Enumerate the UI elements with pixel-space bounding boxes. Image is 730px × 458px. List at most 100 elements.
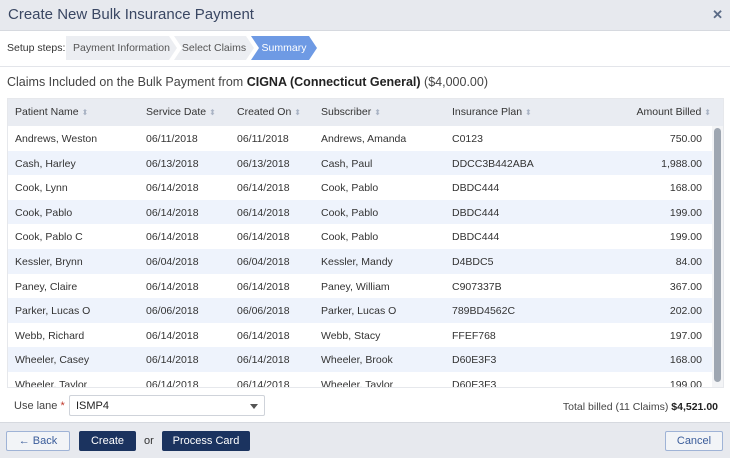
cell-service-date: 06/14/2018 xyxy=(146,378,199,388)
cell-amount-billed: 199.00 xyxy=(669,378,702,388)
process-card-button[interactable]: Process Card xyxy=(162,431,250,451)
back-button[interactable]: ← Back xyxy=(6,431,70,451)
cell-subscriber: Parker, Lucas O xyxy=(321,305,397,318)
table-row[interactable]: Kessler, Brynn 06/04/2018 06/04/2018 Kessle… xyxy=(8,248,714,274)
cell-subscriber: Cook, Pablo xyxy=(321,206,379,219)
back-button-label: Back xyxy=(32,435,58,447)
table-row[interactable]: Webb, Richard 06/14/2018 06/14/2018 Webb, S… xyxy=(8,323,714,348)
divider xyxy=(0,66,730,67)
cell-insurance-plan: DBDC444 xyxy=(452,206,500,219)
cell-patient-name: Webb, Richard xyxy=(15,329,85,342)
column-label: Insurance Plan xyxy=(452,106,523,118)
cell-insurance-plan: DDCC3B442ABA xyxy=(452,157,534,170)
setup-steps: Setup steps: Payment Information Select … xyxy=(0,36,730,60)
column-label: Subscriber xyxy=(321,106,372,118)
cell-subscriber: Cook, Pablo xyxy=(321,182,379,195)
column-header-subscriber[interactable]: Subscriber ⬍ xyxy=(321,106,381,118)
use-lane-select[interactable]: ISMP4 xyxy=(69,395,265,416)
cell-subscriber: Webb, Stacy xyxy=(321,329,381,342)
column-header-created-on[interactable]: Created On ⬍ xyxy=(237,106,301,118)
cell-subscriber: Cash, Paul xyxy=(321,157,373,170)
step-select-claims[interactable]: Select Claims xyxy=(174,36,254,60)
total-billed-value: $4,521.00 xyxy=(671,401,718,413)
cell-created-on: 06/14/2018 xyxy=(237,280,290,293)
cell-amount-billed: 750.00 xyxy=(669,133,702,145)
cell-patient-name: Parker, Lucas O xyxy=(15,305,91,318)
cell-amount-billed: 199.00 xyxy=(669,206,702,219)
cell-created-on: 06/14/2018 xyxy=(237,231,290,244)
sort-icon: ⬍ xyxy=(294,108,301,117)
cell-insurance-plan: DBDC444 xyxy=(452,231,500,244)
cell-service-date: 06/14/2018 xyxy=(146,206,199,219)
use-lane-label-text: Use lane xyxy=(14,400,58,412)
sort-icon: ⬍ xyxy=(704,108,711,117)
cell-created-on: 06/14/2018 xyxy=(237,206,290,219)
table-row[interactable]: Cook, Pablo C 06/14/2018 06/14/2018 Cook, P… xyxy=(8,224,714,249)
scrollbar-thumb[interactable] xyxy=(714,128,721,382)
column-header-insurance-plan[interactable]: Insurance Plan ⬍ xyxy=(452,106,532,118)
dialog-footer: ← Back Create or Process Card Cancel xyxy=(0,422,730,458)
cell-created-on: 06/14/2018 xyxy=(237,378,290,388)
cell-amount-billed: 202.00 xyxy=(669,305,702,318)
cell-created-on: 06/13/2018 xyxy=(237,157,290,170)
total-billed: Total billed (11 Claims) $4,521.00 xyxy=(563,401,718,413)
dialog-title: Create New Bulk Insurance Payment xyxy=(8,6,254,23)
table-row[interactable]: Cash, Harley 06/13/2018 06/13/2018 Cash, Pa… xyxy=(8,150,714,176)
table-row[interactable]: Andrews, Weston 06/11/2018 06/11/2018 Andre… xyxy=(8,126,714,151)
use-lane-label: Use lane * xyxy=(14,400,65,412)
cell-subscriber: Cook, Pablo xyxy=(321,231,379,244)
create-button[interactable]: Create xyxy=(79,431,136,451)
column-label: Created On xyxy=(237,106,292,118)
cell-insurance-plan: C907337B xyxy=(452,280,502,293)
cell-subscriber: Andrews, Amanda xyxy=(321,133,407,145)
dialog-title-bar: Create New Bulk Insurance Payment ✕ xyxy=(0,0,730,31)
cell-created-on: 06/04/2018 xyxy=(237,255,290,268)
step-summary[interactable]: Summary xyxy=(251,36,317,60)
step-payment-information[interactable]: Payment Information xyxy=(66,36,177,60)
cell-insurance-plan: DBDC444 xyxy=(452,182,500,195)
cell-amount-billed: 168.00 xyxy=(669,182,702,195)
cell-insurance-plan: FFEF768 xyxy=(452,329,496,342)
setup-steps-label: Setup steps: xyxy=(7,42,66,54)
cell-service-date: 06/14/2018 xyxy=(146,329,199,342)
claims-heading-prefix: Claims Included on the Bulk Payment from xyxy=(7,75,244,89)
cell-insurance-plan: D60E3F3 xyxy=(452,354,497,367)
cell-service-date: 06/13/2018 xyxy=(146,157,199,170)
cell-service-date: 06/11/2018 xyxy=(146,133,198,145)
column-header-service-date[interactable]: Service Date ⬍ xyxy=(146,106,216,118)
table-scrollbar[interactable] xyxy=(712,126,723,387)
cell-subscriber: Paney, William xyxy=(321,280,390,293)
table-row[interactable]: Wheeler, Casey 06/14/2018 06/14/2018 Wheele… xyxy=(8,347,714,372)
use-lane-value: ISMP4 xyxy=(76,400,110,412)
table-row[interactable]: Wheeler, Taylor 06/14/2018 06/14/2018 Wheel… xyxy=(8,372,714,388)
bulk-payment-amount: ($4,000.00) xyxy=(424,75,488,89)
table-row[interactable]: Cook, Lynn 06/14/2018 06/14/2018 Cook, Pabl… xyxy=(8,175,714,200)
cell-service-date: 06/14/2018 xyxy=(146,231,199,244)
claims-table: Patient Name ⬍ Service Date ⬍ Created On ⬍ … xyxy=(7,98,724,388)
cell-created-on: 06/14/2018 xyxy=(237,182,290,195)
table-row[interactable]: Cook, Pablo 06/14/2018 06/14/2018 Cook, Pab… xyxy=(8,199,714,225)
column-header-patient-name[interactable]: Patient Name ⬍ xyxy=(15,106,88,118)
cell-amount-billed: 199.00 xyxy=(669,231,702,244)
table-row[interactable]: Paney, Claire 06/14/2018 06/14/2018 Paney, … xyxy=(8,274,714,299)
sort-icon: ⬍ xyxy=(209,108,216,117)
cell-subscriber: Kessler, Mandy xyxy=(321,255,393,268)
total-billed-label: Total billed (11 Claims) xyxy=(562,401,669,413)
chevron-down-icon xyxy=(250,404,258,409)
close-icon[interactable]: ✕ xyxy=(712,7,723,23)
cell-patient-name: Cook, Pablo C xyxy=(15,231,83,244)
cell-amount-billed: 168.00 xyxy=(669,354,702,367)
cell-patient-name: Cook, Pablo xyxy=(15,206,73,219)
or-separator: or xyxy=(144,435,154,447)
cancel-button[interactable]: Cancel xyxy=(665,431,723,451)
required-mark: * xyxy=(60,400,65,412)
cell-service-date: 06/14/2018 xyxy=(146,354,199,367)
sort-icon: ⬍ xyxy=(525,108,532,117)
table-header: Patient Name ⬍ Service Date ⬍ Created On ⬍ … xyxy=(8,99,723,126)
cell-patient-name: Paney, Claire xyxy=(15,280,78,293)
cell-amount-billed: 1,988.00 xyxy=(661,157,702,170)
column-header-amount-billed[interactable]: Amount Billed ⬍ xyxy=(637,106,712,118)
cell-service-date: 06/04/2018 xyxy=(146,255,199,268)
cell-created-on: 06/06/2018 xyxy=(237,305,290,318)
table-row[interactable]: Parker, Lucas O 06/06/2018 06/06/2018 Parke… xyxy=(8,298,714,323)
